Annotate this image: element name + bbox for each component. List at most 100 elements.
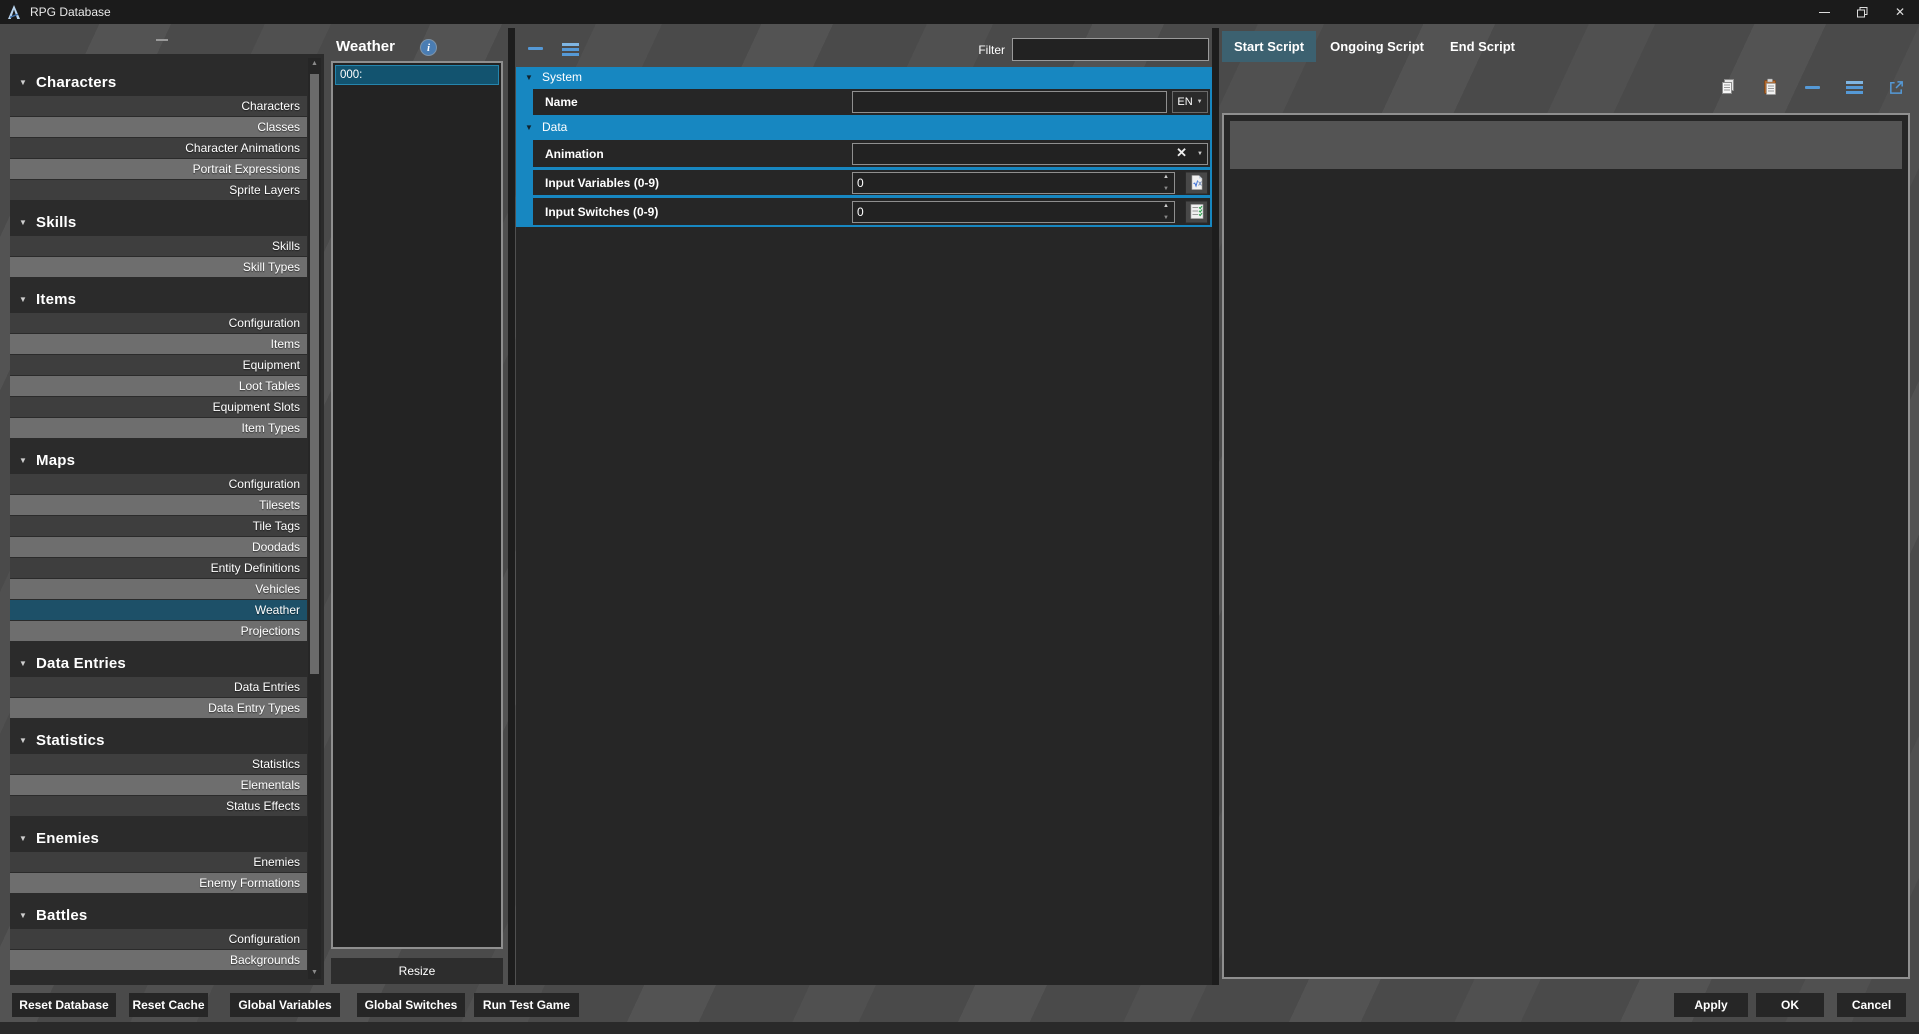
sidebar-item-enemy-formations[interactable]: Enemy Formations: [10, 873, 307, 893]
spinner-arrows[interactable]: ▲▼: [1160, 202, 1172, 222]
sidebar-item-backgrounds[interactable]: Backgrounds: [10, 950, 307, 970]
menu-icon[interactable]: [562, 43, 579, 56]
name-label: Name: [533, 95, 578, 109]
name-input[interactable]: [852, 91, 1167, 113]
variable-picker-button[interactable]: [1185, 171, 1208, 194]
property-grid-body: [516, 227, 1212, 985]
sidebar-item-enemies[interactable]: Enemies: [10, 852, 307, 872]
tab-end-script[interactable]: End Script: [1438, 31, 1527, 62]
sidebar-item-configuration[interactable]: Configuration: [10, 313, 307, 333]
animation-label: Animation: [533, 147, 604, 161]
global-variables-button[interactable]: Global Variables: [230, 993, 340, 1017]
sidebar-item-entity-definitions[interactable]: Entity Definitions: [10, 558, 307, 578]
scroll-up-icon[interactable]: ▲: [308, 58, 321, 70]
input-variables-spinner[interactable]: [852, 172, 1175, 194]
run-test-game-button[interactable]: Run Test Game: [474, 993, 579, 1017]
sidebar-item-projections[interactable]: Projections: [10, 621, 307, 641]
sidebar-item-classes[interactable]: Classes: [10, 117, 307, 137]
sidebar-section-label: Characters: [36, 74, 116, 91]
scroll-down-icon[interactable]: ▼: [308, 967, 321, 979]
window-title: RPG Database: [30, 5, 111, 19]
sidebar-section-data-entries[interactable]: ▼Data Entries: [10, 653, 307, 674]
sidebar-item-doodads[interactable]: Doodads: [10, 537, 307, 557]
chevron-down-icon[interactable]: ▼: [1197, 151, 1203, 157]
animation-combobox[interactable]: ✕ ▼: [852, 143, 1208, 165]
script-menu-button[interactable]: [1843, 77, 1865, 97]
sidebar-item-equipment-slots[interactable]: Equipment Slots: [10, 397, 307, 417]
sidebar-item-loot-tables[interactable]: Loot Tables: [10, 376, 307, 396]
apply-button[interactable]: Apply: [1674, 993, 1748, 1017]
chevron-down-icon: ▼: [19, 212, 27, 233]
sidebar-item-configuration[interactable]: Configuration: [10, 474, 307, 494]
sidebar-item-items[interactable]: Items: [10, 334, 307, 354]
reset-database-button[interactable]: Reset Database: [12, 993, 116, 1017]
sidebar-item-character-animations[interactable]: Character Animations: [10, 138, 307, 158]
minimize-button[interactable]: [1805, 0, 1843, 24]
filter-input[interactable]: [1012, 38, 1209, 61]
language-select[interactable]: EN ▼: [1172, 91, 1208, 113]
sidebar-item-sprite-layers[interactable]: Sprite Layers: [10, 180, 307, 200]
sidebar-section-maps[interactable]: ▼Maps: [10, 450, 307, 471]
tab-start-script[interactable]: Start Script: [1222, 31, 1316, 62]
resize-button[interactable]: Resize: [331, 958, 503, 984]
sidebar-section-label: Battles: [36, 907, 87, 924]
sidebar-section-items[interactable]: ▼Items: [10, 289, 307, 310]
chevron-down-icon: ▼: [525, 117, 533, 138]
sidebar-item-vehicles[interactable]: Vehicles: [10, 579, 307, 599]
paste-button[interactable]: [1759, 77, 1781, 97]
sidebar-item-item-types[interactable]: Item Types: [10, 418, 307, 438]
copy-button[interactable]: [1717, 77, 1739, 97]
chevron-down-icon: ▼: [19, 730, 27, 751]
sidebar-collapse-button[interactable]: [152, 34, 172, 46]
sidebar-item-tilesets[interactable]: Tilesets: [10, 495, 307, 515]
restore-button[interactable]: [1843, 0, 1881, 24]
sidebar-item-status-effects[interactable]: Status Effects: [10, 796, 307, 816]
sidebar-item-skill-types[interactable]: Skill Types: [10, 257, 307, 277]
info-icon[interactable]: i: [420, 39, 437, 56]
sidebar-item-data-entry-types[interactable]: Data Entry Types: [10, 698, 307, 718]
sidebar-section-skills[interactable]: ▼ Skills: [10, 212, 307, 233]
sidebar-item-weather[interactable]: Weather: [10, 600, 307, 620]
sidebar-section-statistics[interactable]: ▼Statistics: [10, 730, 307, 751]
spinner-arrows[interactable]: ▲▼: [1160, 173, 1172, 193]
switch-picker-button[interactable]: [1185, 200, 1208, 223]
chevron-down-icon: ▼: [19, 289, 27, 310]
sidebar-item-skills[interactable]: Skills: [10, 236, 307, 256]
global-switches-button[interactable]: Global Switches: [357, 993, 465, 1017]
sidebar-item-statistics[interactable]: Statistics: [10, 754, 307, 774]
sidebar-scrollbar[interactable]: ▲ ▼: [308, 58, 321, 979]
sidebar-section-battles[interactable]: ▼Battles: [10, 905, 307, 926]
sidebar-item-characters[interactable]: Characters: [10, 96, 307, 116]
scrollbar-thumb[interactable]: [310, 74, 319, 674]
panel-divider-left[interactable]: [508, 28, 515, 985]
sidebar-item-elementals[interactable]: Elementals: [10, 775, 307, 795]
sidebar-section-label: Skills: [36, 214, 76, 231]
script-header-strip: [1230, 121, 1902, 169]
collapse-script-button[interactable]: [1801, 77, 1823, 97]
cancel-button[interactable]: Cancel: [1837, 993, 1906, 1017]
group-header-system[interactable]: ▼ System: [516, 67, 1212, 88]
close-button[interactable]: ✕: [1881, 0, 1919, 24]
sidebar-item-configuration[interactable]: Configuration: [10, 929, 307, 949]
sidebar-item-equipment[interactable]: Equipment: [10, 355, 307, 375]
chevron-down-icon: ▼: [19, 653, 27, 674]
sidebar-item-data-entries[interactable]: Data Entries: [10, 677, 307, 697]
ok-button[interactable]: OK: [1756, 993, 1824, 1017]
sidebar-section-enemies[interactable]: ▼Enemies: [10, 828, 307, 849]
collapse-all-icon[interactable]: [528, 47, 543, 50]
entry-list[interactable]: 000:: [331, 61, 503, 949]
open-external-button[interactable]: [1885, 77, 1907, 97]
sidebar-section-characters[interactable]: ▼Characters: [10, 72, 307, 93]
group-header-data[interactable]: ▼ Data: [516, 117, 1212, 138]
panel-divider-right[interactable]: [1212, 28, 1219, 985]
input-switches-spinner[interactable]: [852, 201, 1175, 223]
reset-cache-button[interactable]: Reset Cache: [129, 993, 208, 1017]
script-editor[interactable]: [1222, 113, 1910, 979]
tab-ongoing-script[interactable]: Ongoing Script: [1318, 31, 1436, 62]
list-item[interactable]: 000:: [335, 65, 499, 85]
clear-icon[interactable]: ✕: [1176, 145, 1187, 161]
sidebar-item-tile-tags[interactable]: Tile Tags: [10, 516, 307, 536]
titlebar: RPG Database ✕: [0, 0, 1919, 24]
chevron-down-icon: ▼: [19, 450, 27, 471]
sidebar-item-portrait-expressions[interactable]: Portrait Expressions: [10, 159, 307, 179]
